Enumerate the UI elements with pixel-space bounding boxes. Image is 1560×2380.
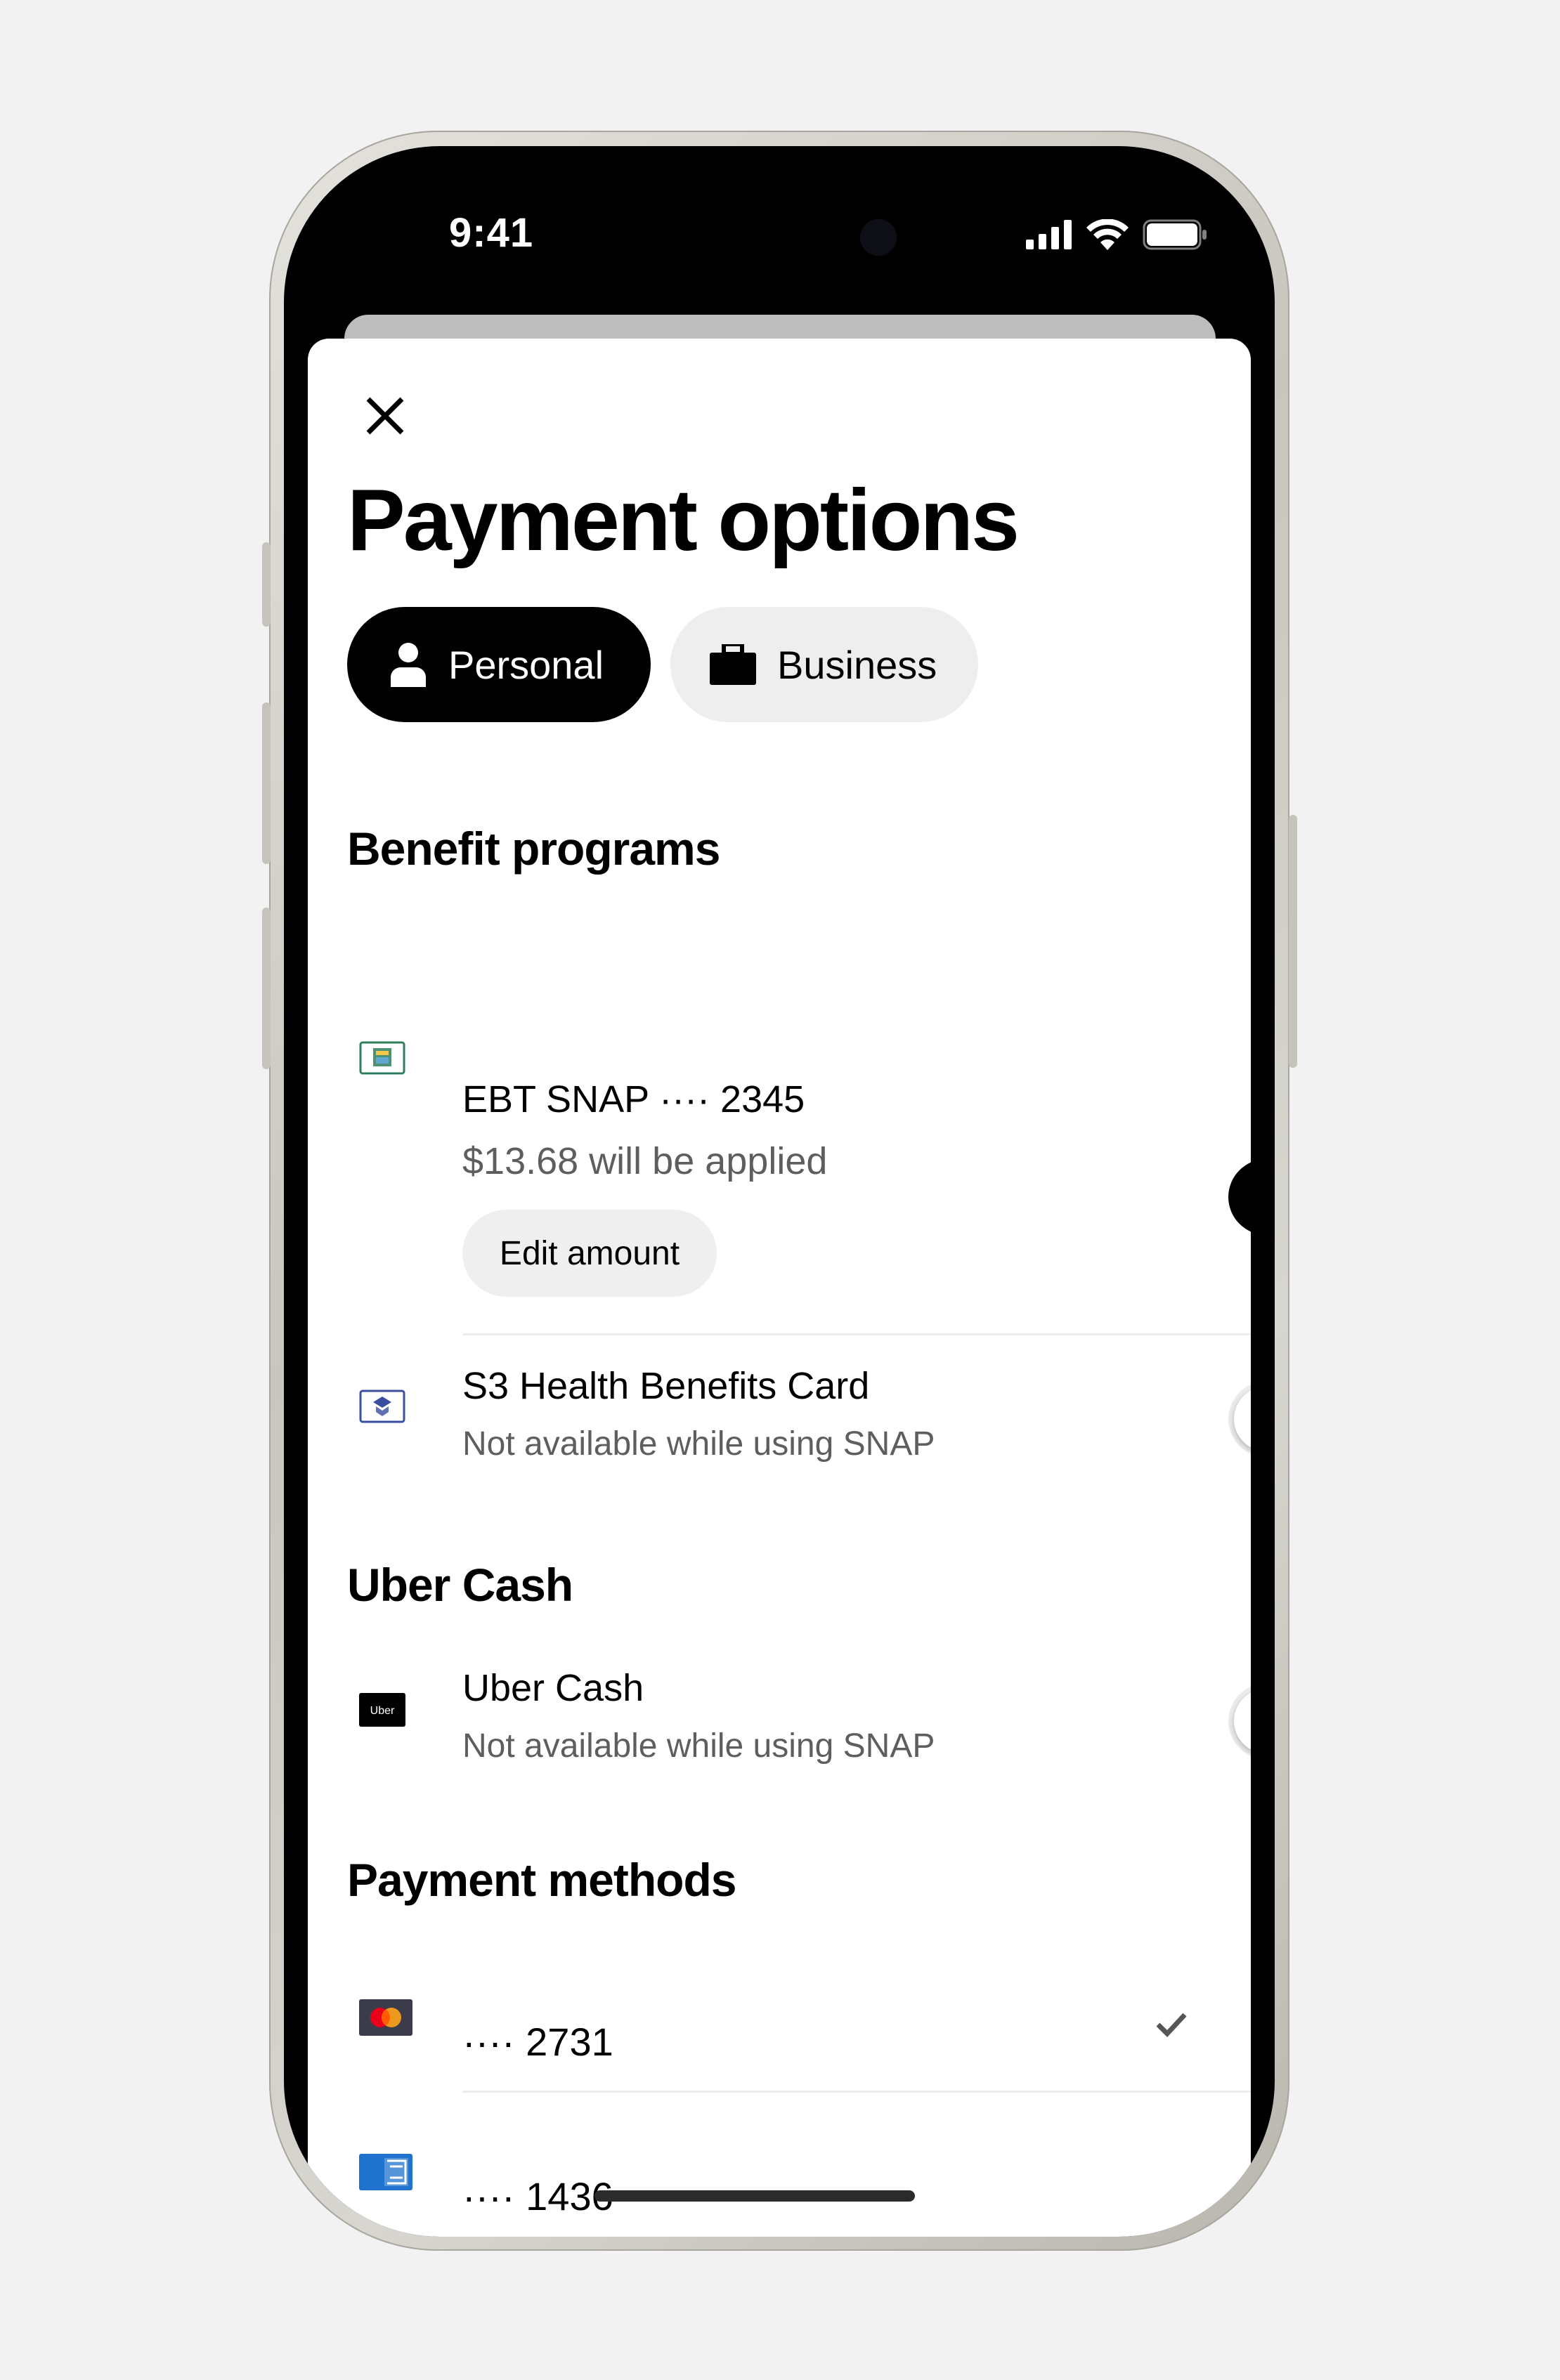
close-icon — [366, 397, 404, 435]
ebt-card-icon — [359, 1041, 405, 1078]
tab-personal[interactable]: Personal — [347, 607, 651, 722]
uber-card-icon-text: Uber — [370, 1705, 395, 1717]
uber-cash-title: Uber Cash — [462, 1667, 644, 1709]
power-button — [1289, 815, 1297, 1068]
divider — [462, 2091, 1251, 2093]
page-title: Payment options — [347, 472, 1020, 569]
status-time: 9:41 — [449, 210, 534, 256]
uber-cash-subtitle: Not available while using SNAP — [462, 1727, 935, 1765]
person-icon — [389, 642, 427, 687]
ebt-snap-title: EBT SNAP ···· 2345 — [462, 1078, 805, 1120]
cellular-signal-icon — [1026, 220, 1072, 249]
uber-card-icon: Uber — [359, 1693, 405, 1730]
card-number-1436: ···· 1436 — [462, 2174, 613, 2218]
health-card-subtitle: Not available while using SNAP — [462, 1425, 935, 1463]
tab-business-label: Business — [777, 642, 937, 687]
tab-personal-label: Personal — [448, 642, 604, 687]
health-card-toggle[interactable] — [1228, 1381, 1251, 1457]
payment-methods-heading: Payment methods — [347, 1854, 736, 1906]
volume-up-button — [262, 702, 271, 864]
mastercard-icon — [359, 1999, 412, 2039]
health-card-icon — [359, 1390, 405, 1427]
camera-dot — [860, 219, 897, 256]
payment-options-sheet: Payment options Personal Business Benefi… — [308, 339, 1251, 2237]
edit-amount-button[interactable]: Edit amount — [462, 1210, 717, 1297]
divider — [462, 1333, 1251, 1335]
benefit-programs-heading: Benefit programs — [347, 823, 720, 875]
card-number-2731: ···· 2731 — [462, 2020, 613, 2064]
toggle-knob — [1234, 1689, 1251, 1753]
volume-down-button — [262, 908, 271, 1069]
phone-screen: 9:41 Payment options Personal Business B… — [284, 146, 1275, 2237]
tab-business[interactable]: Business — [670, 607, 978, 722]
close-button[interactable] — [358, 389, 412, 443]
wifi-icon — [1086, 219, 1129, 250]
status-icons — [1026, 219, 1207, 250]
home-indicator — [594, 2190, 915, 2202]
amex-icon — [359, 2154, 412, 2194]
uber-cash-toggle[interactable] — [1228, 1683, 1251, 1759]
briefcase-icon — [710, 644, 756, 685]
battery-icon — [1143, 219, 1207, 250]
action-button — [262, 542, 271, 627]
health-card-title: S3 Health Benefits Card — [462, 1365, 870, 1407]
toggle-knob — [1234, 1387, 1251, 1451]
uber-cash-heading: Uber Cash — [347, 1559, 573, 1611]
checkmark-icon — [1155, 2010, 1188, 2042]
ebt-snap-applied-text: $13.68 will be applied — [462, 1140, 828, 1182]
ebt-snap-toggle[interactable] — [1228, 1159, 1251, 1235]
